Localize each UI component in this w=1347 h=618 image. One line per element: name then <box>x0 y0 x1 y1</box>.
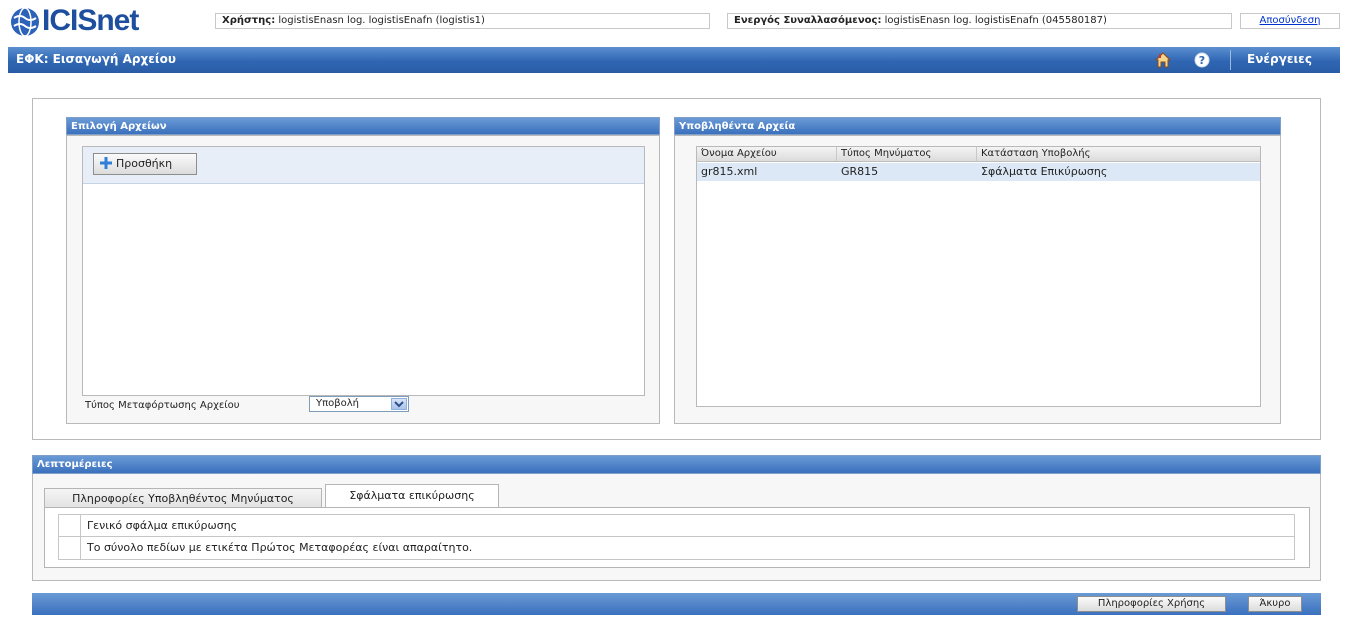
error-text: Το σύνολο πεδίων με ετικέτα Πρώτος Μεταφ… <box>87 541 473 554</box>
list-item-marker <box>59 537 81 559</box>
actions-menu[interactable]: Ενέργειες <box>1247 52 1312 66</box>
logout-link[interactable]: Αποσύνδεση <box>1260 15 1321 26</box>
details-header: Λεπτομέρειες <box>32 455 1321 474</box>
column-header-file[interactable]: Όνομα Αρχείου <box>697 147 837 161</box>
help-info-button[interactable]: Πληροφορίες Χρήσης <box>1077 596 1226 612</box>
cell-file: gr815.xml <box>701 165 758 178</box>
page-title: ΕΦΚ: Εισαγωγή Αρχείου <box>16 52 176 66</box>
tab-validation-errors-label: Σφάλματα επικύρωσης <box>349 489 475 502</box>
table-row[interactable]: gr815.xml GR815 Σφάλματα Επικύρωσης <box>697 163 1260 181</box>
errors-list: Γενικό σφάλμα επικύρωσης Το σύνολο πεδίω… <box>58 514 1295 560</box>
upload-type-select[interactable]: Υποβολή <box>309 396 409 412</box>
column-header-status[interactable]: Κατάσταση Υποβολής <box>977 147 1177 161</box>
cell-type: GR815 <box>841 165 879 178</box>
user-info: Χρήστης: logistisEnasn log. logistisEnaf… <box>215 13 710 29</box>
file-select-box <box>82 146 645 396</box>
list-item-marker <box>59 515 81 537</box>
active-party-label: Ενεργός Συναλλασόμενος: <box>734 15 882 26</box>
upload-type-value: Υποβολή <box>316 398 360 409</box>
active-party-info: Ενεργός Συναλλασόμενος: logistisEnasn lo… <box>727 13 1232 29</box>
plus-icon <box>100 156 112 169</box>
left-panel-header: Επιλογή Αρχείων <box>66 117 660 135</box>
chevron-down-icon[interactable] <box>391 398 407 410</box>
user-value: logistisEnasn log. logistisEnafn (logist… <box>278 15 485 26</box>
help-info-button-label: Πληροφορίες Χρήσης <box>1097 598 1206 609</box>
add-file-button[interactable]: Προσθήκη <box>93 153 197 175</box>
tab-message-info[interactable]: Πληροφορίες Υποβληθέντος Μηνύματος <box>44 488 322 508</box>
logout-box: Αποσύνδεση <box>1240 13 1340 29</box>
upload-type-label: Τύπος Μεταφόρτωσης Αρχείου <box>85 400 240 411</box>
right-panel-header: Υποβληθέντα Αρχεία <box>674 117 1281 135</box>
user-label: Χρήστης: <box>222 15 276 26</box>
title-bar: ΕΦΚ: Εισαγωγή Αρχείου ? Ενέργειες <box>8 47 1340 73</box>
tab-message-info-label: Πληροφορίες Υποβληθέντος Μηνύματος <box>72 492 294 505</box>
globe-icon <box>11 7 39 37</box>
active-party-value: logistisEnasn log. logistisEnafn (045580… <box>884 15 1107 26</box>
list-item: Γενικό σφάλμα επικύρωσης <box>59 515 1294 537</box>
left-panel-title: Επιλογή Αρχείων <box>71 121 167 132</box>
submitted-files-table: Όνομα Αρχείου Τύπος Μηνύματος Κατάσταση … <box>696 146 1261 407</box>
cell-status: Σφάλματα Επικύρωσης <box>981 165 1108 178</box>
table-header: Όνομα Αρχείου Τύπος Μηνύματος Κατάσταση … <box>697 147 1260 162</box>
svg-text:?: ? <box>1199 54 1205 67</box>
home-icon[interactable] <box>1154 52 1172 68</box>
details-title: Λεπτομέρειες <box>37 459 113 470</box>
column-header-type[interactable]: Τύπος Μηνύματος <box>837 147 977 161</box>
tab-validation-errors[interactable]: Σφάλματα επικύρωσης <box>325 484 499 508</box>
help-icon[interactable]: ? <box>1194 52 1210 68</box>
error-text: Γενικό σφάλμα επικύρωσης <box>87 519 238 532</box>
cancel-button[interactable]: Άκυρο <box>1248 596 1302 612</box>
title-divider <box>1230 50 1231 70</box>
list-item: Το σύνολο πεδίων με ετικέτα Πρώτος Μεταφ… <box>59 537 1294 559</box>
cancel-button-label: Άκυρο <box>1259 598 1291 609</box>
add-file-label: Προσθήκη <box>116 157 173 170</box>
brand-name: ICISnet <box>42 4 139 37</box>
app-logo: ICISnet <box>8 4 198 38</box>
right-panel-title: Υποβληθέντα Αρχεία <box>679 121 796 132</box>
